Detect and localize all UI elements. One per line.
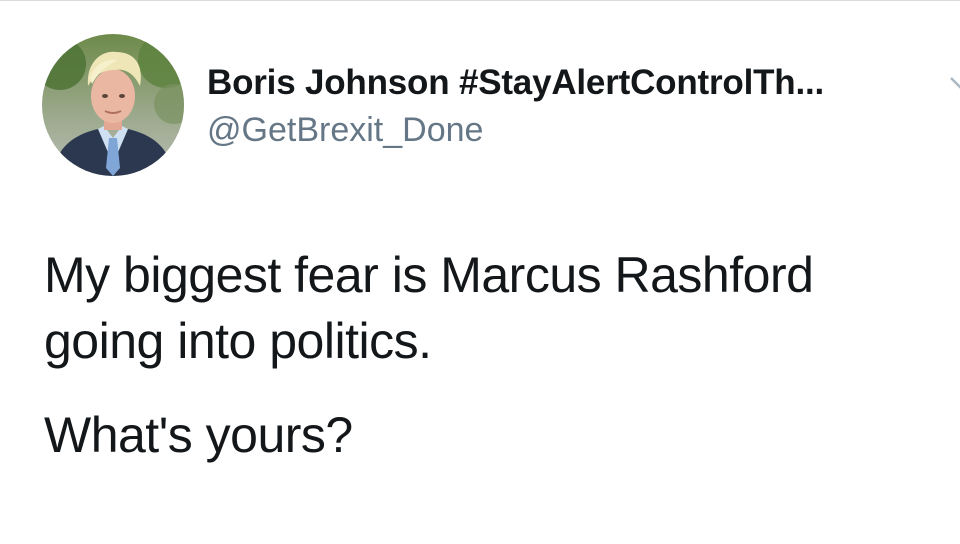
chevron-down-icon[interactable] (948, 70, 960, 94)
tweet-paragraph: My biggest fear is Marcus Rashford going… (44, 247, 814, 369)
tweet: Boris Johnson #StayAlertControlTh... @Ge… (0, 0, 960, 544)
tweet-text: My biggest fear is Marcus Rashford going… (44, 242, 944, 468)
author-handle[interactable]: @GetBrexit_Done (207, 110, 483, 150)
profile-photo-icon (42, 34, 184, 176)
tweet-paragraph: What's yours? (44, 407, 353, 463)
author-avatar[interactable] (42, 34, 184, 176)
author-display-name[interactable]: Boris Johnson #StayAlertControlTh... (207, 63, 824, 103)
